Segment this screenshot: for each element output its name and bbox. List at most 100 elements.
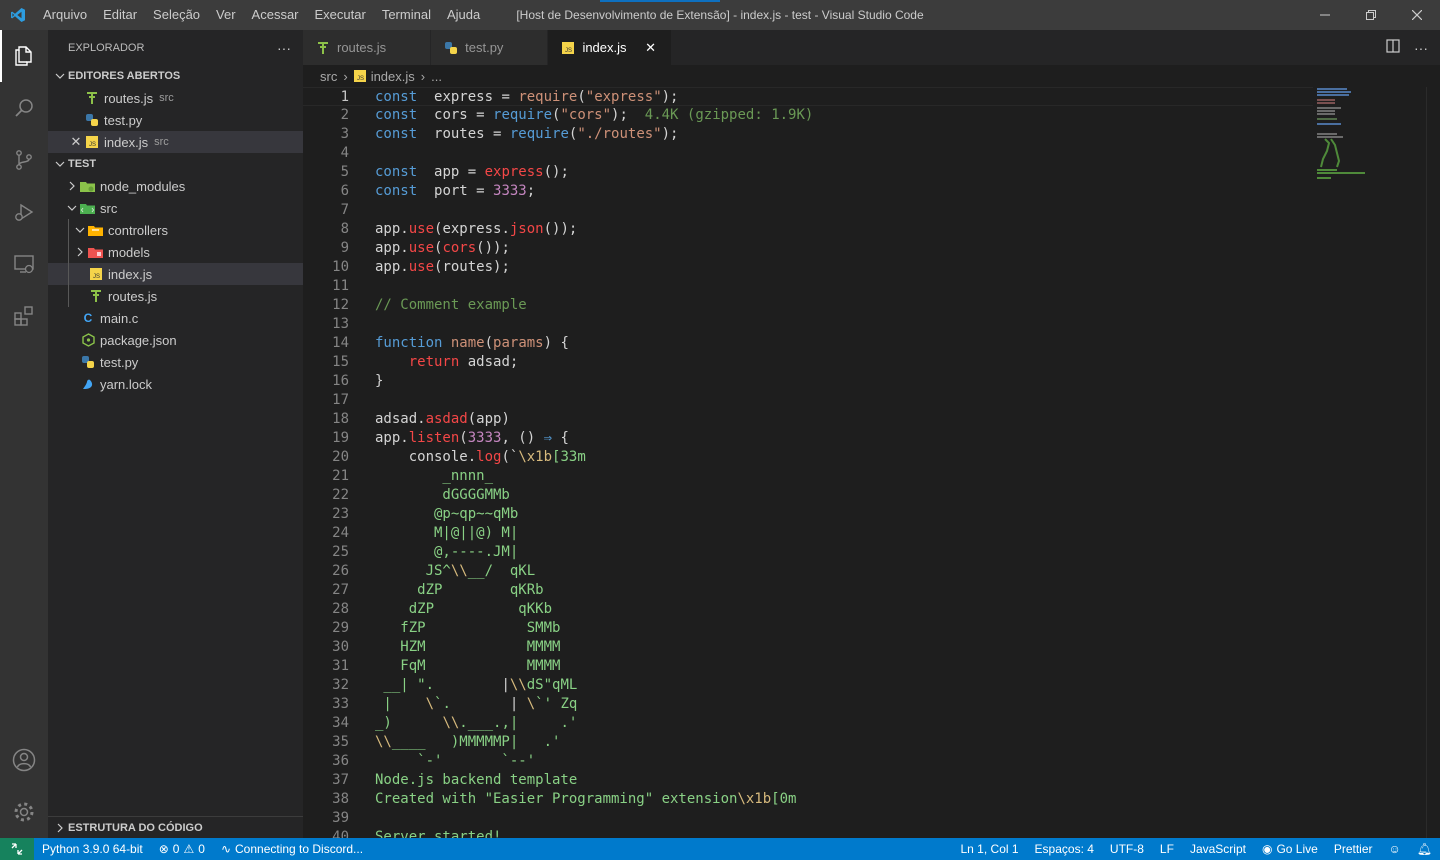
menu-terminal[interactable]: Terminal [374, 0, 439, 30]
tree-item-controllers[interactable]: controllers [48, 219, 303, 241]
code-line[interactable]: 38 Created with "Easier Programming" exte… [303, 790, 1313, 809]
code-line[interactable]: 12 // Comment example [303, 296, 1313, 315]
breadcrumb-file[interactable]: index.js [371, 69, 415, 84]
minimize-button[interactable] [1302, 0, 1348, 30]
code-line[interactable]: 10 app.use(routes); [303, 258, 1313, 277]
code-editor[interactable]: 1 const express = require("express"); 2 con… [303, 87, 1440, 838]
activity-extensions[interactable] [0, 290, 48, 342]
tree-item-models[interactable]: models [48, 241, 303, 263]
activity-accounts[interactable] [0, 734, 48, 786]
code-line[interactable]: 19 app.listen(3333, () ⇒ { [303, 429, 1313, 448]
tree-item-index-js[interactable]: JS index.js [48, 263, 303, 285]
code-line[interactable]: 2 const cors = require("cors"); 4.4K (gzi… [303, 106, 1313, 125]
code-line[interactable]: 27 dZP qKRb [303, 581, 1313, 600]
tree-item-routes-js[interactable]: routes.js [48, 285, 303, 307]
code-line[interactable]: 4 [303, 144, 1313, 163]
tree-item-yarn-lock[interactable]: yarn.lock [48, 373, 303, 395]
activity-remote-explorer[interactable] [0, 238, 48, 290]
open-editors-header[interactable]: EDITORES ABERTOS [48, 65, 303, 87]
code-line[interactable]: 21 _nnnn_ [303, 467, 1313, 486]
close-icon[interactable]: ✕ [68, 134, 84, 150]
code-line[interactable]: 5 const app = express(); [303, 163, 1313, 182]
open-editor-routes-js[interactable]: ✕ routes.js src [48, 87, 303, 109]
code-line[interactable]: 14 function name(params) { [303, 334, 1313, 353]
restore-button[interactable] [1348, 0, 1394, 30]
menu-ajuda[interactable]: Ajuda [439, 0, 488, 30]
code-line[interactable]: 26 JS^\\__/ qKL [303, 562, 1313, 581]
code-line[interactable]: 16} [303, 372, 1313, 391]
code-line[interactable]: 6 const port = 3333; [303, 182, 1313, 201]
code-line[interactable]: 11 [303, 277, 1313, 296]
more-actions-icon[interactable]: ··· [277, 40, 291, 56]
close-window-button[interactable] [1394, 0, 1440, 30]
menu-executar[interactable]: Executar [307, 0, 374, 30]
feedback-button[interactable]: ☺ [1381, 842, 1409, 856]
close-tab-icon[interactable]: ✕ [641, 40, 661, 56]
code-line[interactable]: 7 [303, 201, 1313, 220]
split-editor-icon[interactable] [1386, 39, 1400, 56]
code-line[interactable]: 17 [303, 391, 1313, 410]
code-line[interactable]: 13 [303, 315, 1313, 334]
code-line[interactable]: 31 FqM MMMM [303, 657, 1313, 676]
code-line[interactable]: 37 Node.js backend template [303, 771, 1313, 790]
workspace-header[interactable]: TEST [48, 153, 303, 175]
code-line[interactable]: 34 _) \\.___.,| .' [303, 714, 1313, 733]
open-editor-test-py[interactable]: ✕ test.py [48, 109, 303, 131]
code-line[interactable]: 22 dGGGGMMb [303, 486, 1313, 505]
minimap[interactable] [1315, 87, 1425, 187]
menu-selecao[interactable]: Seleção [145, 0, 208, 30]
python-interpreter[interactable]: Python 3.9.0 64-bit [34, 842, 151, 856]
outline-header[interactable]: ESTRUTURA DO CÓDIGO [48, 816, 303, 838]
tree-item-node-modules[interactable]: node_modules [48, 175, 303, 197]
code-line[interactable]: 25 @,----.JM| [303, 543, 1313, 562]
code-line[interactable]: 35 \\____ )MMMMMP| .' [303, 733, 1313, 752]
code-line[interactable]: 15 return adsad; [303, 353, 1313, 372]
breadcrumb-symbol[interactable]: ... [431, 69, 442, 84]
menu-arquivo[interactable]: Arquivo [35, 0, 95, 30]
code-line[interactable]: 3 const routes = require("./routes"); [303, 125, 1313, 144]
code-line[interactable]: 1 const express = require("express"); [303, 87, 1313, 106]
tab-index-js[interactable]: JS index.js ✕ [548, 30, 672, 65]
code-line[interactable]: 33 | \`. | \`' Zq [303, 695, 1313, 714]
code-line[interactable]: 23 @p~qp~~qMb [303, 505, 1313, 524]
language-mode[interactable]: JavaScript [1182, 842, 1254, 856]
tree-item-main-c[interactable]: C main.c [48, 307, 303, 329]
problems-indicator[interactable]: ⊗ 0 ⚠ 0 [151, 842, 213, 856]
open-editor-index-js[interactable]: ✕ JS index.js src [48, 131, 303, 153]
menu-ver[interactable]: Ver [208, 0, 244, 30]
activity-explorer[interactable] [0, 30, 48, 82]
code-line[interactable]: 20 console.log(`\x1b[33m [303, 448, 1313, 467]
menu-editar[interactable]: Editar [95, 0, 145, 30]
code-line[interactable]: 29 fZP SMMb [303, 619, 1313, 638]
tab-test-py[interactable]: test.py ✕ [431, 30, 549, 65]
discord-status[interactable]: ∿ Connecting to Discord... [213, 842, 371, 856]
code-line[interactable]: 8 app.use(express.json()); [303, 220, 1313, 239]
code-line[interactable]: 9 app.use(cors()); [303, 239, 1313, 258]
activity-source-control[interactable] [0, 134, 48, 186]
indentation[interactable]: Espaços: 4 [1027, 842, 1102, 856]
code-line[interactable]: 32 __| ". |\\dS"qML [303, 676, 1313, 695]
code-line[interactable]: 36 `-' `--' [303, 752, 1313, 771]
encoding[interactable]: UTF-8 [1102, 842, 1152, 856]
code-line[interactable]: 18 adsad.asdad(app) [303, 410, 1313, 429]
code-line[interactable]: 28 dZP qKKb [303, 600, 1313, 619]
tree-item-src[interactable]: src [48, 197, 303, 219]
activity-manage[interactable] [0, 786, 48, 838]
end-of-line[interactable]: LF [1152, 842, 1182, 856]
remote-indicator[interactable] [0, 838, 34, 860]
code-line[interactable]: 24 M|@||@) M| [303, 524, 1313, 543]
tree-item-package-json[interactable]: package.json [48, 329, 303, 351]
go-live-button[interactable]: ◉ Go Live [1254, 842, 1326, 856]
activity-run-debug[interactable] [0, 186, 48, 238]
code-line[interactable]: 40 Server started! [303, 828, 1313, 838]
cursor-position[interactable]: Ln 1, Col 1 [953, 842, 1027, 856]
breadcrumb-folder[interactable]: src [320, 69, 337, 84]
notifications-button[interactable]: 🔔︎ [1409, 842, 1440, 856]
activity-search[interactable] [0, 82, 48, 134]
code-line[interactable]: 39 [303, 809, 1313, 828]
tree-item-test-py[interactable]: test.py [48, 351, 303, 373]
prettier-button[interactable]: Prettier [1326, 842, 1381, 856]
more-actions-icon[interactable]: ··· [1414, 40, 1428, 56]
vertical-scrollbar[interactable] [1426, 87, 1440, 838]
menu-acessar[interactable]: Acessar [244, 0, 307, 30]
